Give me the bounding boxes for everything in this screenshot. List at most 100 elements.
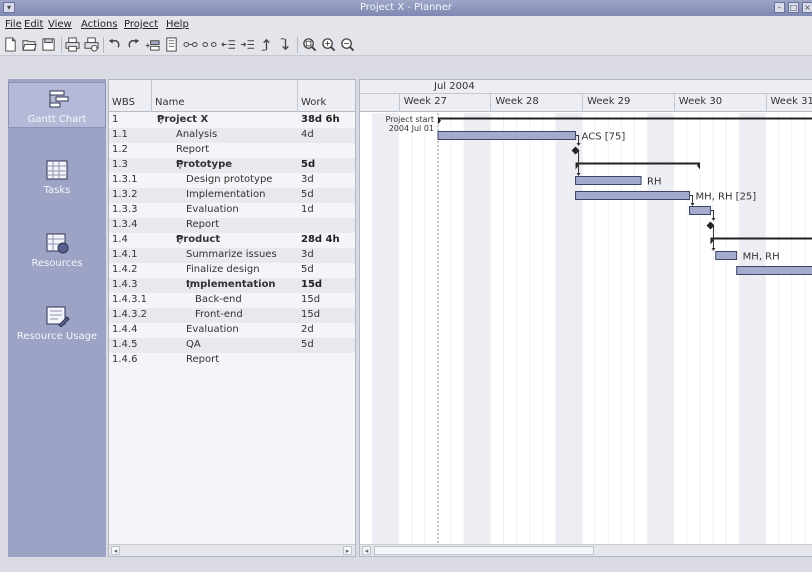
expander-icon[interactable]: ▽ <box>186 280 194 291</box>
task-wbs: 1.3.1 <box>112 174 138 185</box>
undo-icon[interactable] <box>107 37 122 52</box>
task-name[interactable]: ▽ Product <box>176 234 220 246</box>
scroll-left-icon[interactable]: ◂ <box>362 546 371 555</box>
expander-icon[interactable]: ▽ <box>176 235 184 246</box>
minimize-icon[interactable]: – <box>774 2 785 13</box>
expander-icon[interactable]: ▽ <box>176 160 184 171</box>
gantt-canvas: Project start2004 Jul 01 ACS [75] RH MH, RH… <box>372 113 812 544</box>
dependency-arrowhead <box>711 218 716 221</box>
sidebar-item-resource-usage[interactable]: Resource Usage <box>8 300 106 346</box>
sidebar-item-label: Resources <box>31 258 83 269</box>
scrollbar-thumb[interactable] <box>374 546 594 555</box>
task-bar <box>736 266 812 275</box>
unlink-tasks-icon[interactable] <box>202 37 217 52</box>
task-row[interactable]: 1.4.1 Summarize issues 3d <box>109 248 355 263</box>
sidebar-item-resources[interactable]: Resources <box>8 227 106 273</box>
task-wbs: 1.4.5 <box>112 339 138 350</box>
zoom-out-icon[interactable] <box>340 37 355 52</box>
task-row[interactable]: 1.3 ▽ Prototype 5d <box>109 158 355 173</box>
task-name-text: Analysis <box>176 129 218 140</box>
column-header-wbs[interactable]: WBS <box>109 80 152 112</box>
insert-tasks-icon[interactable] <box>164 37 179 52</box>
task-name[interactable]: QA <box>186 339 201 350</box>
task-row[interactable]: 1.4.3.1 Back-end 15d <box>109 293 355 308</box>
task-name-text: Back-end <box>195 294 242 305</box>
task-name-text: Report <box>186 354 220 365</box>
column-header-name[interactable]: Name <box>152 80 298 112</box>
menu-edit[interactable]: Edit <box>24 19 43 30</box>
task-bar <box>689 206 711 215</box>
task-work: 5d <box>301 189 314 200</box>
task-name[interactable]: Evaluation <box>186 204 239 215</box>
task-name[interactable]: Back-end <box>195 294 242 305</box>
sidebar-item-tasks[interactable]: Tasks <box>8 154 106 200</box>
gantt-horizontal-scrollbar[interactable]: ◂ <box>360 544 812 556</box>
print-icon[interactable] <box>65 37 80 52</box>
print-preview-icon[interactable] <box>84 37 99 52</box>
task-row[interactable]: 1 ▽ Project X 38d 6h <box>109 113 355 128</box>
task-name[interactable]: ▽ Implementation <box>186 279 276 291</box>
sidebar-item-label: Resource Usage <box>16 331 98 342</box>
scroll-right-icon[interactable]: ▸ <box>343 546 352 555</box>
column-header-work[interactable]: Work <box>298 80 355 112</box>
indent-icon[interactable] <box>240 37 255 52</box>
task-name[interactable]: ▽ Prototype <box>176 159 232 171</box>
task-name[interactable]: Finalize design <box>186 264 260 275</box>
task-row[interactable]: 1.4.3 ▽ Implementation 15d <box>109 278 355 293</box>
task-wbs: 1.4.3.2 <box>112 309 147 320</box>
task-name[interactable]: Report <box>186 354 219 365</box>
task-row[interactable]: 1.3.1 Design prototype 3d <box>109 173 355 188</box>
task-name[interactable]: Report <box>176 144 209 155</box>
task-row[interactable]: 1.4 ▽ Product 28d 4h <box>109 233 355 248</box>
insert-task-icon[interactable] <box>145 37 160 52</box>
maximize-icon[interactable]: □ <box>788 2 799 13</box>
task-row[interactable]: 1.1 Analysis 4d <box>109 128 355 143</box>
redo-icon[interactable] <box>126 37 141 52</box>
task-row[interactable]: 1.3.3 Evaluation 1d <box>109 203 355 218</box>
menu-actions[interactable]: Actions <box>81 19 118 30</box>
task-name[interactable]: Evaluation <box>186 324 239 335</box>
close-icon[interactable]: × <box>802 2 812 13</box>
zoom-fit-icon[interactable] <box>302 37 317 52</box>
scroll-left-icon[interactable]: ◂ <box>111 546 120 555</box>
move-down-icon[interactable] <box>278 37 293 52</box>
save-icon[interactable] <box>41 37 56 52</box>
link-tasks-icon[interactable] <box>183 37 198 52</box>
new-document-icon[interactable] <box>3 37 18 52</box>
tree-horizontal-scrollbar[interactable]: ◂ ▸ <box>109 544 355 556</box>
move-up-icon[interactable] <box>259 37 274 52</box>
task-row[interactable]: 1.4.5 QA 5d <box>109 338 355 353</box>
task-wbs: 1 <box>112 114 119 125</box>
expander-icon[interactable]: ▽ <box>157 115 165 126</box>
dependency-arrowhead <box>690 203 695 206</box>
menu-file[interactable]: File <box>5 19 22 30</box>
task-row[interactable]: 1.4.2 Finalize design 5d <box>109 263 355 278</box>
task-name[interactable]: ▽ Project X <box>157 114 208 126</box>
task-name[interactable]: Design prototype <box>186 174 272 185</box>
task-name[interactable]: Implementation <box>186 189 265 200</box>
open-folder-icon[interactable] <box>22 37 37 52</box>
task-name[interactable]: Analysis <box>176 129 217 140</box>
task-row[interactable]: 1.3.2 Implementation 5d <box>109 188 355 203</box>
menu-view[interactable]: View <box>48 19 72 30</box>
sidebar-item-label: Tasks <box>43 185 71 196</box>
sidebar-item-gantt-chart[interactable]: Gantt Chart <box>8 82 106 128</box>
task-name[interactable]: Summarize issues <box>186 249 277 260</box>
menu-help[interactable]: Help <box>166 19 189 30</box>
task-wbs: 1.1 <box>112 129 128 140</box>
task-row[interactable]: 1.3.4 Report <box>109 218 355 233</box>
task-name[interactable]: Front-end <box>195 309 243 320</box>
unindent-icon[interactable] <box>221 37 236 52</box>
menu-project[interactable]: Project <box>124 19 158 30</box>
task-row[interactable]: 1.4.3.2 Front-end 15d <box>109 308 355 323</box>
task-row[interactable]: 1.4.6 Report <box>109 353 355 368</box>
task-row[interactable]: 1.2 Report <box>109 143 355 158</box>
task-work: 28d 4h <box>301 234 340 245</box>
task-wbs: 1.4.1 <box>112 249 138 260</box>
zoom-in-icon[interactable] <box>321 37 336 52</box>
resources-icon <box>46 233 69 254</box>
task-name[interactable]: Report <box>186 219 219 230</box>
view-sidebar: Gantt Chart Tasks Resources Resource Usa… <box>8 79 106 557</box>
task-row[interactable]: 1.4.4 Evaluation 2d <box>109 323 355 338</box>
dependency-arrowhead <box>711 248 716 251</box>
